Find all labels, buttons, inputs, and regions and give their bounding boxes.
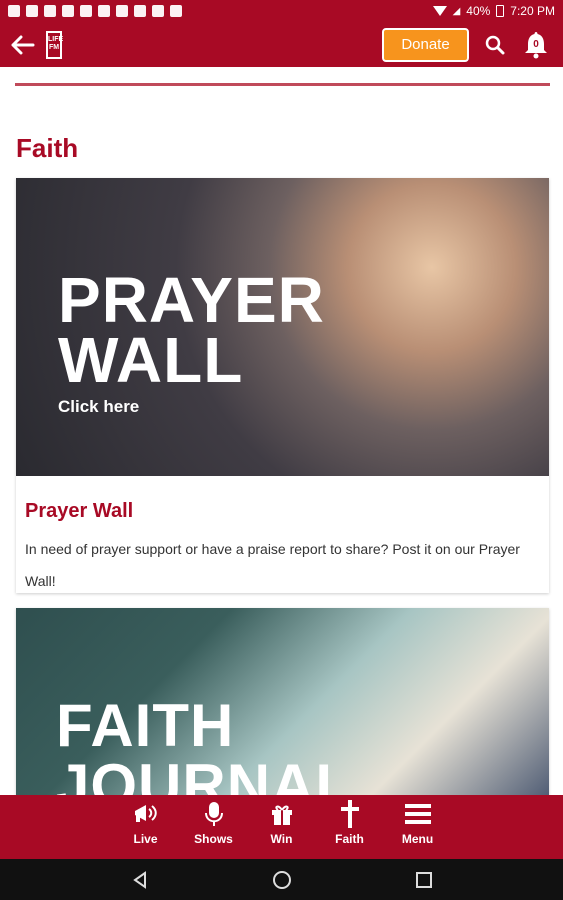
time-label: 7:20 PM xyxy=(510,4,555,18)
triangle-back-icon xyxy=(132,870,146,889)
shield-icon xyxy=(134,5,146,17)
notification-count: 0 xyxy=(533,38,539,50)
image-title-line1: PRAYER xyxy=(58,264,325,336)
arrow-left-icon xyxy=(11,35,35,54)
search-icon xyxy=(485,35,505,54)
system-back-button[interactable] xyxy=(125,865,155,895)
image-icon xyxy=(80,5,92,17)
image-title-line2: JOURNAL xyxy=(56,752,354,799)
nav-label: Live xyxy=(133,832,158,846)
prayer-wall-image[interactable]: PRAYER WALL Click here xyxy=(16,178,549,476)
nav-shows[interactable]: Shows xyxy=(192,800,236,854)
page-title: Faith xyxy=(16,133,79,163)
warning-icon xyxy=(44,5,56,17)
card-description: In need of prayer support or have a prai… xyxy=(25,541,520,589)
circle-home-icon xyxy=(272,870,291,889)
status-bar: ◢ 40% 7:20 PM xyxy=(0,0,563,22)
twitter-icon xyxy=(26,5,38,17)
app-bar: LIFE FM Donate 0 xyxy=(0,22,563,67)
back-button[interactable] xyxy=(10,32,36,58)
status-right: ◢ 40% 7:20 PM xyxy=(432,4,555,18)
donate-button[interactable]: Donate xyxy=(382,27,469,62)
nav-live[interactable]: Live xyxy=(124,800,168,854)
image-title-line2: WALL xyxy=(58,324,244,396)
megaphone-icon xyxy=(132,800,160,828)
card-title[interactable]: Prayer Wall xyxy=(25,500,133,523)
nav-label: Win xyxy=(270,832,293,846)
notification-icons xyxy=(8,5,182,17)
image-title: FAITH JOURNAL xyxy=(56,692,354,799)
battery-icon xyxy=(496,5,505,17)
mail-icon xyxy=(62,5,74,17)
faith-journal-card[interactable]: FAITH JOURNAL xyxy=(16,608,549,798)
logo[interactable]: LIFE FM xyxy=(46,30,63,59)
pinterest-icon xyxy=(152,5,164,17)
linkedin-icon xyxy=(8,5,20,17)
menu-icon xyxy=(404,800,432,828)
image-title-line1: FAITH xyxy=(56,692,235,759)
nav-menu[interactable]: Menu xyxy=(396,800,440,854)
cross-icon xyxy=(336,800,364,828)
faith-journal-image[interactable]: FAITH JOURNAL xyxy=(16,608,549,798)
system-home-button[interactable] xyxy=(267,865,297,895)
nav-label: Shows xyxy=(194,832,233,846)
search-button[interactable] xyxy=(481,31,509,59)
nav-win[interactable]: Win xyxy=(260,800,304,854)
download-icon xyxy=(116,5,128,17)
divider xyxy=(15,83,550,86)
microphone-icon xyxy=(200,800,228,828)
system-navigation-bar xyxy=(0,859,563,900)
notifications-button[interactable]: 0 xyxy=(519,28,553,62)
warning-icon xyxy=(98,5,110,17)
nav-label: Menu xyxy=(401,832,434,846)
image-subtitle: Click here xyxy=(58,397,140,416)
battery-label: 40% xyxy=(466,4,491,18)
nav-faith[interactable]: Faith xyxy=(328,800,372,854)
wifi-icon xyxy=(432,6,447,16)
bottom-navigation: Live Shows Win Faith Menu xyxy=(0,795,563,859)
square-recents-icon xyxy=(415,871,432,888)
nav-label: Faith xyxy=(335,832,364,846)
system-recents-button[interactable] xyxy=(409,865,439,895)
prayer-wall-card[interactable]: PRAYER WALL Click here Prayer Wall In ne… xyxy=(16,178,549,593)
image-title: PRAYER WALL xyxy=(58,264,325,396)
signal-icon: ◢ xyxy=(452,5,461,17)
gift-icon xyxy=(268,800,296,828)
notification-icon xyxy=(170,5,182,17)
